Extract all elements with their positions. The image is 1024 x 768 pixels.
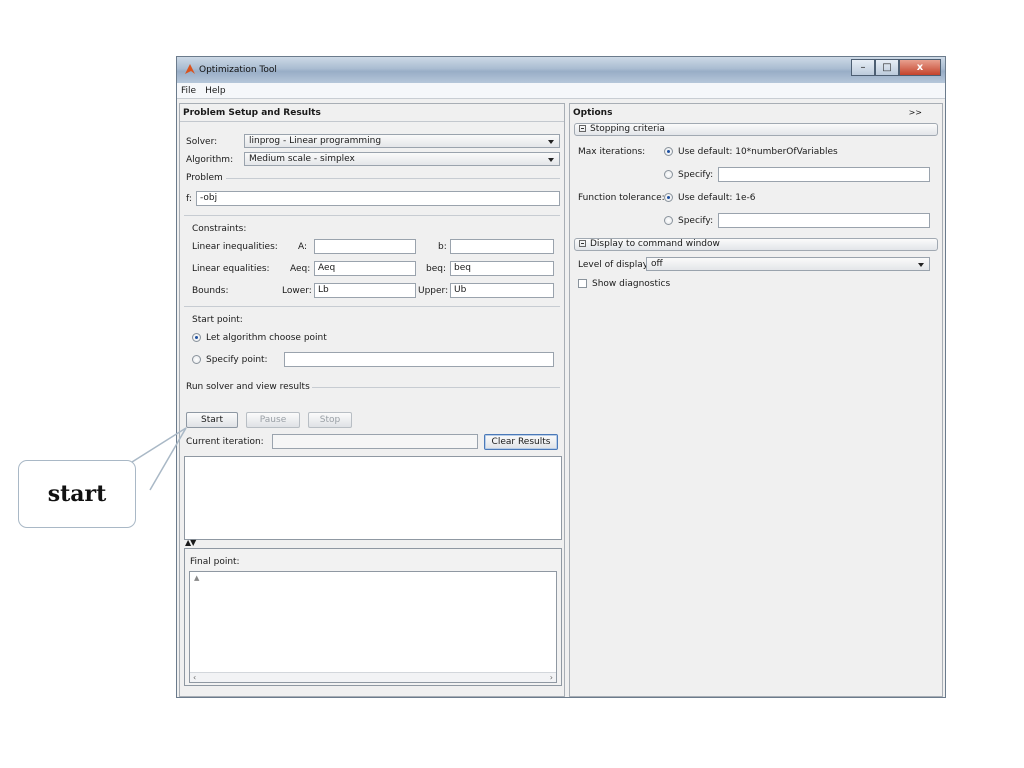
start-callout: start	[18, 460, 136, 528]
callout-text: start	[47, 481, 107, 507]
callout-pointer	[131, 427, 187, 491]
